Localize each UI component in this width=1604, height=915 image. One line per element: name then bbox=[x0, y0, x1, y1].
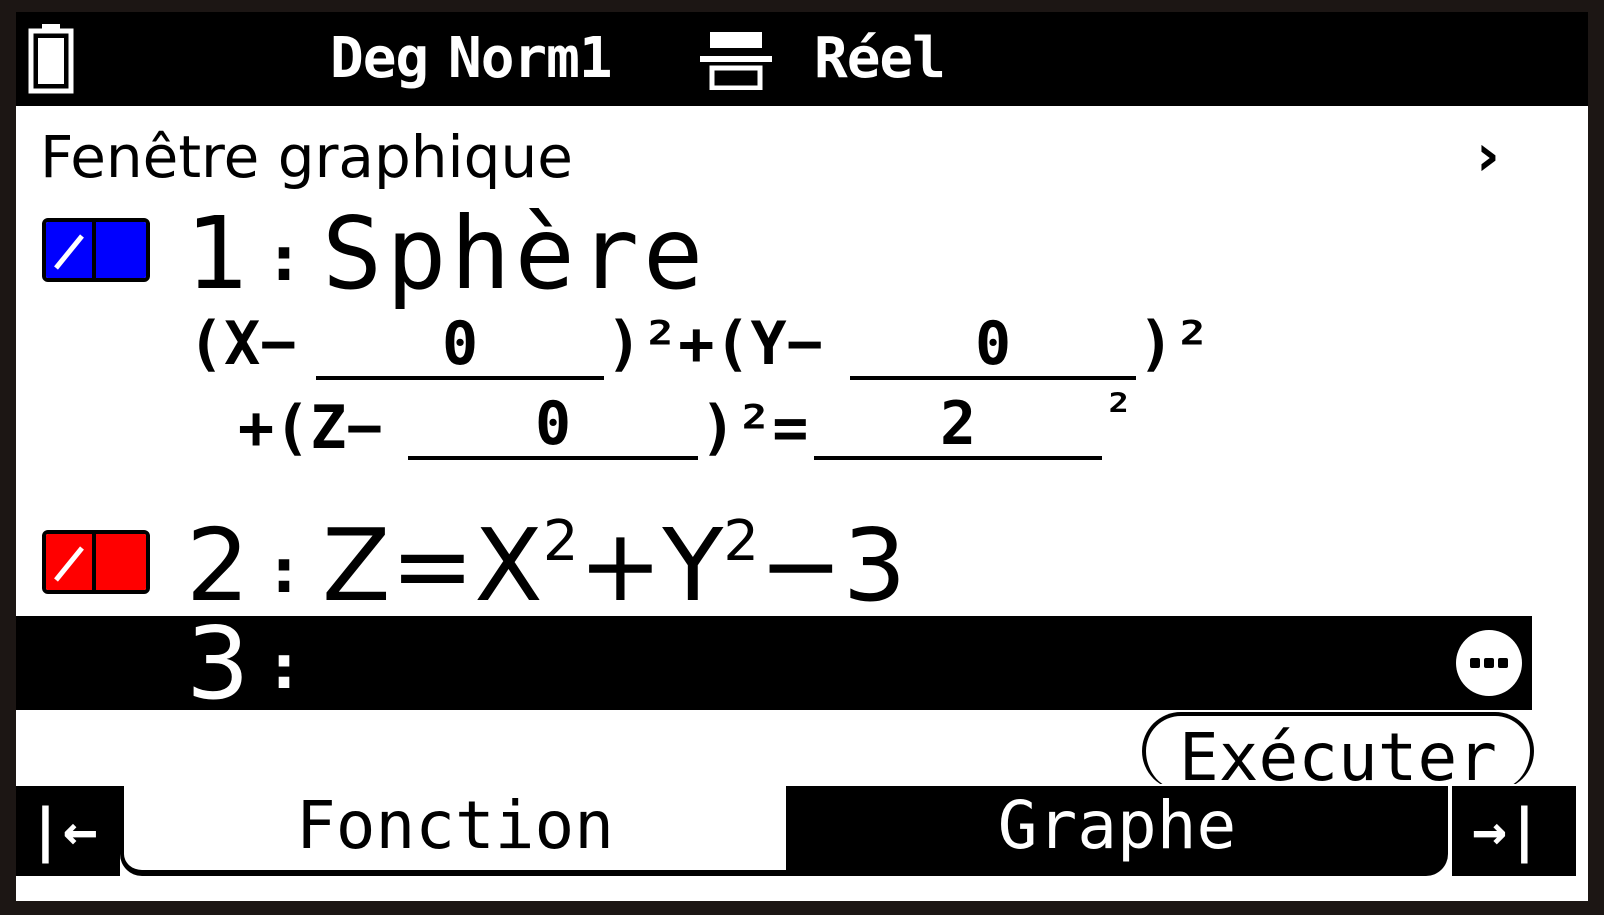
sphere-y-center-field[interactable]: 0 bbox=[850, 312, 1136, 380]
expr-part: Z=X bbox=[322, 507, 543, 624]
line-style-icon bbox=[54, 546, 84, 582]
sphere-x-center-field[interactable]: 0 bbox=[316, 312, 604, 380]
complex-mode: Réel bbox=[814, 26, 946, 91]
nav-last-button[interactable]: →| bbox=[1448, 786, 1576, 876]
function-2-color-toggle[interactable] bbox=[42, 530, 150, 594]
sphere-term-z: +(Z− bbox=[238, 393, 383, 463]
sphere-radius-exponent: ² bbox=[1104, 384, 1133, 440]
angle-mode: Deg bbox=[330, 26, 429, 91]
function-3-number: 3 bbox=[186, 605, 250, 722]
expr-part: −3 bbox=[758, 507, 907, 624]
nav-first-button[interactable]: |← bbox=[16, 786, 120, 876]
tab-bar: |← Fonction Graphe →| bbox=[16, 784, 1588, 876]
function-2-color-swatch bbox=[96, 534, 146, 590]
math-input-icon bbox=[700, 32, 772, 90]
function-1-style-swatch bbox=[46, 222, 96, 278]
more-dot bbox=[1498, 658, 1508, 668]
function-3-colon: : bbox=[272, 633, 296, 703]
battery-icon bbox=[28, 24, 74, 94]
function-1-number: 1 bbox=[186, 195, 250, 312]
expr-part: +Y bbox=[578, 507, 724, 624]
function-2-expression[interactable]: Z=X2+Y2−3 bbox=[322, 514, 906, 616]
sphere-z-center-field[interactable]: 0 bbox=[408, 392, 698, 460]
more-dot bbox=[1484, 658, 1494, 668]
function-2-number: 2 bbox=[186, 507, 250, 624]
function-1-color-swatch bbox=[96, 222, 146, 278]
more-icon[interactable] bbox=[1456, 630, 1522, 696]
expr-exponent: 2 bbox=[723, 509, 759, 574]
expr-exponent: 2 bbox=[542, 509, 579, 574]
arrow-to-end-icon: →| bbox=[1472, 796, 1542, 864]
sphere-term-equals: )²= bbox=[700, 393, 809, 463]
chevron-right-icon[interactable]: › bbox=[1476, 120, 1500, 190]
function-2-style-swatch bbox=[46, 534, 96, 590]
function-1-expression[interactable]: Sphère bbox=[322, 204, 707, 304]
status-bar: Deg Norm1 Réel bbox=[16, 12, 1588, 106]
function-2-colon: : bbox=[272, 537, 296, 607]
arrow-to-start-icon: |← bbox=[28, 796, 98, 864]
line-style-icon bbox=[54, 234, 84, 270]
sphere-radius-field[interactable]: 2 bbox=[814, 392, 1102, 460]
display-mode: Norm1 bbox=[448, 26, 613, 91]
tab-graph[interactable]: Graphe bbox=[786, 786, 1448, 876]
function-1-colon: : bbox=[272, 225, 296, 295]
function-3-row[interactable]: 3 : bbox=[16, 614, 1532, 714]
tab-function[interactable]: Fonction bbox=[120, 786, 786, 876]
function-1-color-toggle[interactable] bbox=[42, 218, 150, 282]
calculator-screen: Deg Norm1 Réel Fenêtre graphique › 1 : S… bbox=[0, 0, 1604, 915]
page-title: Fenêtre graphique bbox=[40, 123, 573, 191]
sphere-term-y: )²+(Y− bbox=[606, 309, 823, 379]
sphere-term-x: (X− bbox=[188, 309, 297, 379]
title-row[interactable]: Fenêtre graphique › bbox=[16, 116, 1588, 196]
more-dot bbox=[1470, 658, 1480, 668]
execute-button[interactable]: Exécuter bbox=[1142, 712, 1534, 796]
sphere-term-y-close: )² bbox=[1138, 309, 1211, 379]
